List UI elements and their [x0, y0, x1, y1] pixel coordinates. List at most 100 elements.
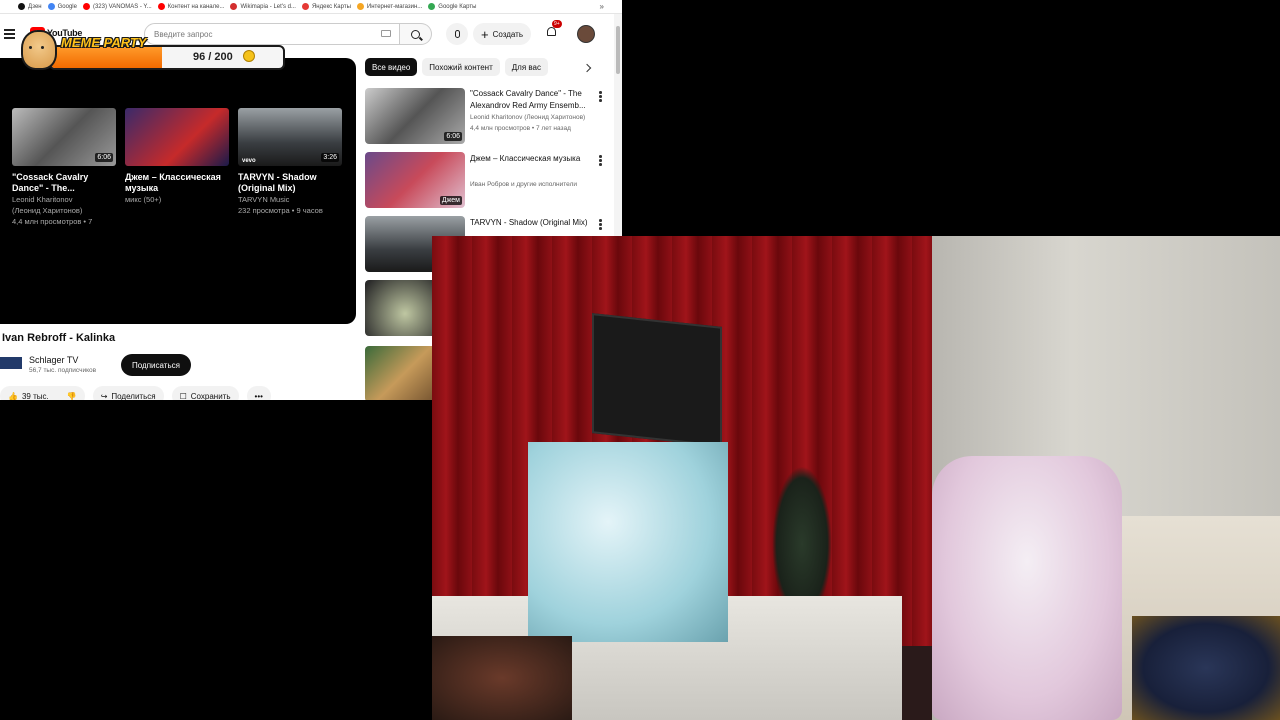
bookmark-favicon-icon — [18, 3, 25, 10]
bookmark-favicon-icon — [428, 3, 436, 10]
bookmark-favicon-icon — [230, 3, 238, 10]
bookmark-item[interactable]: (323) VANOMAS - Y... — [82, 3, 152, 10]
like-count: 39 тыс. — [21, 391, 49, 401]
pc-case — [528, 442, 728, 642]
duration-badge: 3:26 — [321, 153, 339, 162]
save-icon: ☐ — [179, 391, 187, 401]
bookmark-item[interactable]: Google — [47, 3, 77, 10]
bookmark-label: (323) VANOMAS - Y... — [92, 3, 152, 10]
endscreen-thumbnail: 6:06 — [12, 108, 116, 166]
endscreen-title: Джем – Классическая музыка — [125, 172, 221, 193]
bookmark-label: Яндекс Карты — [311, 3, 351, 10]
monitor — [592, 313, 722, 447]
thumbs-up-icon: 👍 — [8, 391, 18, 401]
filter-chip[interactable]: Для вас — [504, 58, 548, 76]
search-icon — [411, 29, 420, 39]
meme-party-overlay: MEME PARTY 96 / 200 — [19, 28, 285, 73]
thumbs-down-icon[interactable]: 👎 — [67, 392, 77, 401]
subscriber-count: 56,7 тыс. подписчиков — [29, 367, 97, 374]
notifications-bell-icon[interactable] — [546, 27, 558, 39]
channel-logo[interactable] — [0, 357, 22, 369]
more-icon: ••• — [254, 391, 263, 401]
bookmark-favicon-icon — [356, 3, 364, 10]
bookmark-favicon-icon — [47, 3, 55, 10]
notification-badge: 9+ — [552, 20, 562, 28]
video-actions: 👍 39 тыс. 👎 ↪ Поделиться ☐ Сохранить ••• — [0, 386, 279, 400]
menu-icon[interactable] — [4, 29, 15, 41]
recommendation-channel[interactable]: Leonid Kharitonov (Леонид Харитонов) — [470, 114, 605, 121]
bookmark-label: Wikimapia - Let's d... — [240, 3, 296, 10]
recommendation-thumbnail[interactable]: Джем — [365, 152, 465, 208]
more-actions-button[interactable]: ••• — [246, 386, 271, 401]
bookmarks-overflow-icon[interactable]: » — [600, 2, 604, 11]
bookmark-item[interactable]: Дзен — [18, 3, 42, 10]
endscreen-title: TARVYN - Shadow (Original Mix) — [238, 172, 317, 193]
meme-count: 96 / 200 — [193, 51, 233, 63]
coin-icon — [243, 50, 255, 62]
doge-icon — [21, 30, 57, 70]
recommendation-title[interactable]: "Cossack Cavalry Dance" - The Alexandrov… — [470, 88, 595, 111]
bookmark-favicon-icon — [157, 3, 165, 10]
recommendation-item[interactable]: Джем Джем – Классическая музыка Иван Робро… — [365, 152, 610, 210]
bookmark-label: Google — [57, 3, 77, 10]
recommendation-channel[interactable]: Иван Робров и другие исполнители — [470, 181, 605, 188]
keyboard-icon[interactable] — [381, 30, 391, 37]
voice-search-button[interactable] — [446, 23, 468, 45]
create-button[interactable]: + Создать — [473, 23, 531, 45]
filter-chip[interactable]: Похожий контент — [422, 58, 500, 76]
bookmark-item[interactable]: Google Карты — [428, 3, 476, 10]
subscribe-button[interactable]: Подписаться — [121, 354, 191, 376]
recommendation-meta: 4,4 млн просмотров • 7 лет назад — [470, 125, 571, 132]
mic-icon — [454, 30, 460, 38]
bookmark-item[interactable]: Wikimapia - Let's d... — [230, 3, 296, 10]
bookmark-favicon-icon — [82, 3, 90, 10]
endscreen-meta: 4,4 млн просмотров • 7 — [12, 217, 93, 226]
duration-badge: 6:06 — [95, 153, 113, 162]
meme-title: MEME PARTY — [61, 35, 147, 50]
bookmark-item[interactable]: Яндекс Карты — [301, 3, 351, 10]
bookmark-item[interactable]: Контент на канале... — [157, 3, 225, 10]
video-player[interactable]: 6:06 "Cossack Cavalry Dance" - The... Leon… — [0, 58, 356, 324]
bookmark-label: Контент на канале... — [167, 3, 225, 10]
search-button[interactable] — [400, 23, 432, 45]
recommendation-title[interactable]: TARVYN - Shadow (Original Mix) — [470, 217, 595, 229]
bookmark-label: Google Карты — [438, 3, 477, 10]
gaming-chair — [932, 456, 1122, 720]
plus-icon: + — [481, 26, 489, 42]
save-label: Сохранить — [190, 391, 231, 401]
recommendation-thumbnail[interactable]: 6:06 — [365, 88, 465, 144]
share-icon: ↪ — [100, 391, 108, 401]
desk-items — [432, 636, 572, 720]
channel-name[interactable]: Schlager TV — [29, 355, 78, 365]
endscreen-title: "Cossack Cavalry Dance" - The... — [12, 172, 89, 193]
endscreen-meta: (Леонид Харитонов) — [12, 206, 83, 215]
bookmark-item[interactable]: Интернет-магазин... — [356, 3, 423, 10]
recommendation-title[interactable]: Джем – Классическая музыка — [470, 153, 595, 165]
meme-progress-fill — [51, 47, 162, 68]
endscreen-meta: TARVYN Music — [238, 195, 290, 204]
filter-chip[interactable]: Все видео — [365, 58, 418, 76]
blanket — [1132, 616, 1280, 720]
endscreen-card[interactable]: Джем – Классическая музыка микс (50+) — [125, 108, 229, 205]
more-options-icon[interactable] — [599, 155, 602, 167]
webcam-feed — [432, 236, 1280, 720]
vevo-logo: vevo — [242, 158, 256, 164]
more-options-icon[interactable] — [599, 219, 602, 231]
recommendation-item[interactable]: 6:06 "Cossack Cavalry Dance" - The Alexan… — [365, 88, 610, 146]
more-options-icon[interactable] — [599, 91, 602, 103]
endscreen-meta: Leonid Kharitonov — [12, 195, 73, 204]
share-button[interactable]: ↪ Поделиться — [92, 386, 164, 401]
save-button[interactable]: ☐ Сохранить — [171, 386, 239, 401]
endscreen-card[interactable]: 3:26 vevo TARVYN - Shadow (Original Mix) TA… — [238, 108, 342, 216]
like-button[interactable]: 👍 39 тыс. 👎 — [0, 386, 85, 400]
bookmark-favicon-icon — [301, 3, 309, 10]
account-avatar[interactable] — [577, 25, 595, 43]
endscreen-meta: 232 просмотра • 9 часов — [238, 206, 323, 215]
short-thumbnail[interactable] — [365, 346, 442, 400]
create-label: Создать — [492, 29, 523, 39]
bookmark-label: Интернет-магазин... — [366, 3, 423, 10]
endscreen-card[interactable]: 6:06 "Cossack Cavalry Dance" - The... Leon… — [12, 108, 116, 227]
chevron-right-icon[interactable] — [582, 63, 592, 73]
endscreen-thumbnail — [125, 108, 229, 166]
scrollbar-thumb[interactable] — [616, 26, 620, 74]
